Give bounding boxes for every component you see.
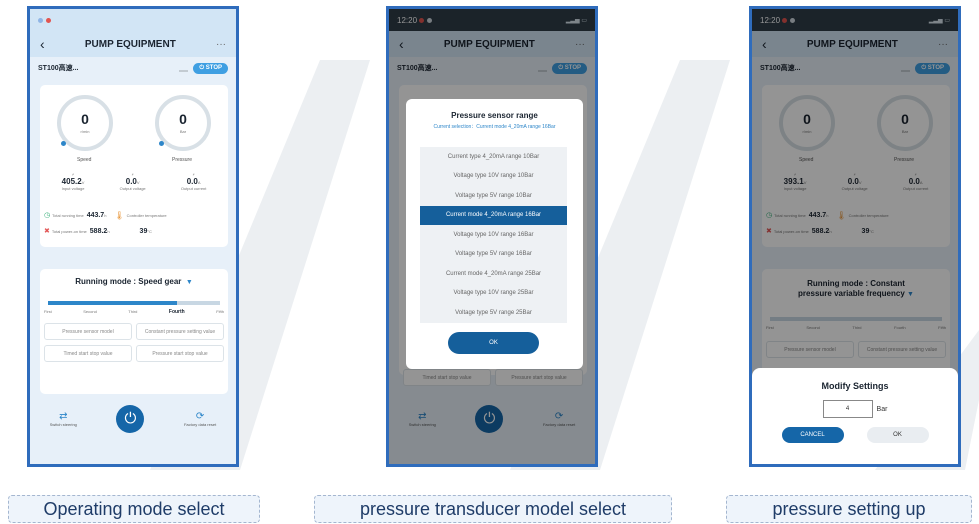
range-option[interactable]: Voltage type 5V range 16Bar	[420, 245, 567, 265]
clock-icon: ◷	[44, 212, 51, 219]
range-option[interactable]: Voltage type 5V range 25Bar	[420, 303, 567, 323]
phone-pressure-sensor: 12:20 ▂▃▅ ▭ ‹ PUMP EQUIPMENT ··· ST100高速…	[386, 6, 598, 467]
timed-start-stop-button[interactable]: Timed start stop value	[44, 345, 132, 362]
range-option[interactable]: Voltage type 10V range 25Bar	[420, 284, 567, 304]
pressure-value-input[interactable]: 4	[822, 400, 873, 418]
gear-third[interactable]: Third	[128, 309, 137, 315]
bottom-controls: ⇄ Switch steering ⏻ ⟳ Factory data reset	[30, 405, 236, 433]
refresh-icon: ⟳	[195, 411, 205, 422]
status-bar	[30, 9, 236, 31]
gear-labels: First Second Third Fourth Fifth	[44, 309, 224, 315]
thermometer-icon: 🌡	[114, 210, 125, 220]
gear-slider-fill	[48, 301, 177, 305]
time-rows: ◷ Total running time 443.7 h 🌡 Controller te…	[40, 207, 228, 239]
factory-reset-button[interactable]: ⟳ Factory data reset	[184, 411, 216, 427]
status-dot-icon	[46, 17, 51, 23]
gear-second[interactable]: Second	[83, 309, 97, 315]
pressure-label: Pressure	[172, 157, 193, 163]
range-option[interactable]: Voltage type 10V range 16Bar	[420, 225, 567, 245]
speed-label: Speed	[77, 157, 92, 163]
device-name: ST100高速...	[38, 65, 79, 72]
current-selection: Current selection：Current mode 4_20mA ra…	[433, 124, 556, 130]
swap-icon: ⇄	[59, 411, 68, 422]
power-on-row: ✖ Total power-on time 588.2 h 39 °C	[44, 227, 152, 236]
switch-steering-button[interactable]: ⇄ Switch steering	[50, 411, 77, 427]
gear-first[interactable]: First	[44, 309, 52, 315]
modal-title: Pressure sensor range	[451, 111, 538, 120]
pressure-sensor-model-button[interactable]: Pressure sensor model	[44, 323, 132, 340]
caption-operating-mode: Operating mode select	[8, 495, 260, 523]
cancel-button[interactable]: CANCEL	[781, 427, 844, 443]
caption-pressure-setting: pressure setting up	[726, 495, 972, 523]
device-row: ST100高速... ⏻ STOP	[30, 57, 236, 79]
sheet-buttons: CANCEL OK	[752, 427, 958, 443]
more-icon[interactable]: ···	[216, 39, 226, 50]
metrics-row: ⚡ 405.2V Input voltage ⚡ 0.0V Output voltage…	[44, 167, 224, 191]
range-option[interactable]: Current type 4_20mA range 10Bar	[420, 147, 567, 167]
metric-output-current: ⚡ 0.0A Output current	[180, 172, 207, 191]
stop-button[interactable]: ⏻ STOP	[193, 62, 228, 74]
metric-output-voltage: ⚡ 0.0V Output voltage	[119, 172, 146, 191]
gear-fifth[interactable]: Fifth	[216, 309, 224, 315]
back-icon[interactable]: ‹	[40, 36, 45, 52]
page-title: PUMP EQUIPMENT	[84, 38, 176, 50]
constant-pressure-button[interactable]: Constant pressure setting value	[136, 323, 224, 340]
gauge-marker-icon	[159, 141, 164, 146]
pressure-range-modal: Pressure sensor range Current selection：…	[406, 99, 583, 369]
top-bar: ‹ PUMP EQUIPMENT ···	[30, 31, 236, 57]
caption-pressure-transducer: pressure transducer model select	[314, 495, 672, 523]
mode-card: Running mode : Speed gear ▼ First Second…	[40, 269, 228, 394]
modify-settings-sheet: Modify Settings 4 Bar CANCEL OK	[752, 368, 958, 464]
signal-icon	[179, 65, 189, 72]
range-option[interactable]: Voltage type 5V range 10Bar	[420, 186, 567, 206]
status-dot-icon	[38, 17, 43, 23]
status-card: 0 r/min Speed 0 Bar Pressure ⚡ 405.2V Inpu…	[40, 85, 228, 247]
sheet-title: Modify Settings	[821, 381, 889, 391]
ok-button[interactable]: OK	[448, 332, 539, 354]
range-option-selected[interactable]: Current mode 4_20mA range 16Bar	[420, 205, 567, 225]
phone-pressure-setting: 12:20 ▂▃▅ ▭ ‹ PUMP EQUIPMENT ··· ST100高速…	[749, 6, 961, 467]
phone-operating-mode: ‹ PUMP EQUIPMENT ··· ST100高速... ⏻ STOP 0…	[27, 6, 239, 467]
range-option[interactable]: Current mode 4_20mA range 25Bar	[420, 264, 567, 284]
running-time-row: ◷ Total running time 443.7 h 🌡 Controller te…	[44, 210, 167, 220]
power-on-icon: ✖	[44, 228, 50, 235]
unit-label: Bar	[876, 405, 888, 413]
gauge-marker-icon	[61, 141, 66, 146]
page: ‹ PUMP EQUIPMENT ··· ST100高速... ⏻ STOP 0…	[0, 0, 979, 524]
range-options: Current type 4_20mA range 10Bar Voltage …	[420, 147, 567, 323]
power-button[interactable]: ⏻	[116, 405, 145, 433]
value-row: 4 Bar	[752, 400, 958, 418]
mode-dropdown[interactable]: Running mode : Speed gear ▼	[40, 277, 228, 286]
pressure-start-stop-button[interactable]: Pressure start stop value	[136, 345, 224, 362]
gear-fourth[interactable]: Fourth	[169, 309, 185, 315]
caret-down-icon: ▼	[185, 279, 193, 286]
ok-button[interactable]: OK	[866, 427, 929, 443]
range-option[interactable]: Voltage type 10V range 10Bar	[420, 167, 567, 187]
metric-input-voltage: ⚡ 405.2V Input voltage	[61, 172, 85, 191]
